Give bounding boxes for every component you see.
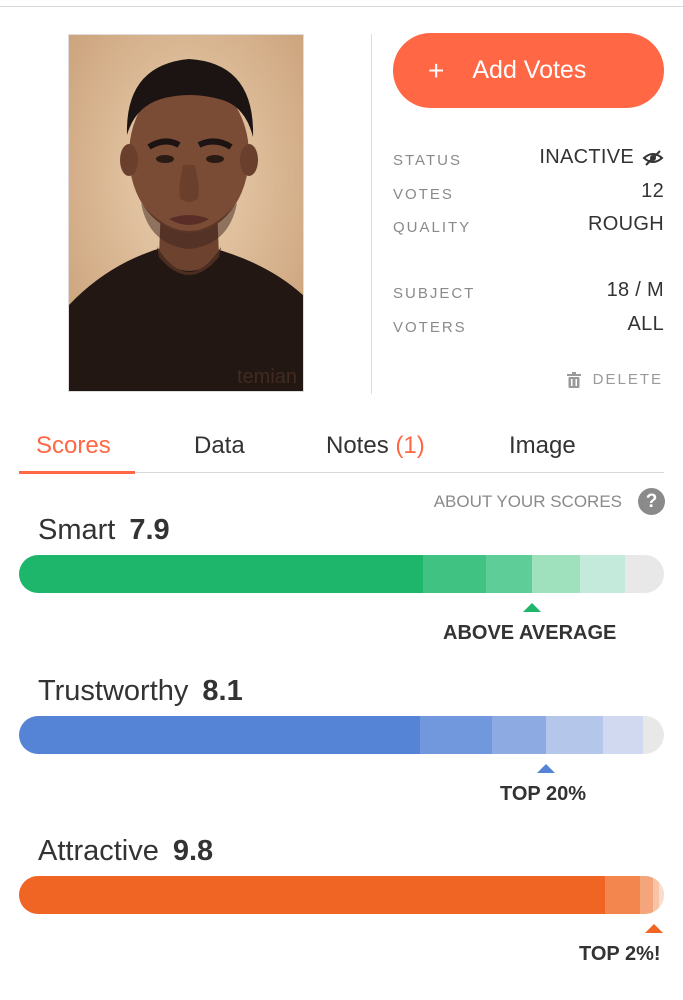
tab-scores[interactable]: Scores bbox=[36, 432, 111, 460]
bar-band bbox=[532, 555, 580, 593]
meta-status: STATUS INACTIVE bbox=[393, 146, 664, 176]
delete-button[interactable]: DELETE bbox=[566, 371, 663, 388]
status-label: STATUS bbox=[393, 152, 462, 169]
bar-band bbox=[492, 716, 546, 754]
add-votes-button[interactable]: + Add Votes bbox=[393, 33, 664, 108]
bar-fill bbox=[19, 716, 420, 754]
score-name: Smart bbox=[38, 514, 116, 546]
votes-value: 12 bbox=[641, 180, 664, 202]
bar-band bbox=[486, 555, 532, 593]
quality-label: QUALITY bbox=[393, 219, 472, 236]
score-title-trustworthy: Trustworthy 8.1 bbox=[38, 675, 243, 708]
profile-photo: temian bbox=[68, 34, 304, 392]
score-title-smart: Smart 7.9 bbox=[38, 514, 170, 547]
score-bar-attractive bbox=[19, 876, 664, 914]
bar-band bbox=[580, 555, 625, 593]
percentile-label: TOP 20% bbox=[500, 783, 586, 805]
plus-icon: + bbox=[428, 54, 445, 86]
score-value: 7.9 bbox=[129, 514, 170, 546]
bar-fill bbox=[19, 876, 605, 914]
meta-votes: VOTES 12 bbox=[393, 180, 664, 210]
bar-band bbox=[640, 876, 653, 914]
score-value: 8.1 bbox=[202, 675, 243, 707]
subject-value: 18 / M bbox=[606, 279, 664, 301]
subject-label: SUBJECT bbox=[393, 285, 476, 302]
tab-bar: Scores Data Notes (1) Image bbox=[19, 420, 664, 474]
votes-label: VOTES bbox=[393, 186, 454, 203]
delete-label: DELETE bbox=[592, 371, 663, 388]
meta-quality: QUALITY ROUGH bbox=[393, 213, 664, 243]
tab-image[interactable]: Image bbox=[509, 432, 576, 460]
score-name: Trustworthy bbox=[38, 675, 189, 707]
photo-watermark: temian bbox=[236, 366, 297, 388]
eye-slash-icon[interactable] bbox=[642, 149, 664, 167]
top-divider bbox=[0, 6, 683, 7]
bar-band bbox=[659, 876, 664, 914]
quality-value: ROUGH bbox=[588, 213, 664, 235]
percentile-label: ABOVE AVERAGE bbox=[443, 622, 617, 644]
status-text: INACTIVE bbox=[539, 146, 634, 168]
score-name: Attractive bbox=[38, 835, 159, 867]
add-votes-label: Add Votes bbox=[472, 56, 587, 84]
help-icon[interactable]: ? bbox=[638, 488, 665, 515]
about-scores-label: ABOUT YOUR SCORES bbox=[433, 491, 622, 511]
bar-band bbox=[605, 876, 640, 914]
tab-notes[interactable]: Notes (1) bbox=[326, 432, 425, 460]
percentile-marker bbox=[645, 924, 663, 933]
vertical-divider bbox=[371, 34, 372, 394]
notes-count-badge: (1) bbox=[395, 432, 425, 459]
active-tab-indicator bbox=[19, 471, 135, 474]
percentile-marker bbox=[537, 764, 555, 773]
about-scores-link[interactable]: ABOUT YOUR SCORES ? bbox=[434, 488, 665, 515]
voters-label: VOTERS bbox=[393, 319, 467, 336]
bar-band bbox=[546, 716, 603, 754]
tab-data[interactable]: Data bbox=[194, 432, 245, 460]
trash-icon bbox=[566, 371, 581, 388]
status-value: INACTIVE bbox=[539, 146, 664, 169]
score-bar-smart bbox=[19, 555, 664, 593]
percentile-label: TOP 2%! bbox=[579, 943, 661, 965]
percentile-marker bbox=[523, 603, 541, 612]
meta-subject: SUBJECT 18 / M bbox=[393, 279, 664, 309]
score-bar-trustworthy bbox=[19, 716, 664, 754]
voters-value: ALL bbox=[627, 313, 664, 335]
bar-band bbox=[420, 716, 492, 754]
score-value: 9.8 bbox=[172, 835, 214, 867]
notes-tab-label: Notes bbox=[326, 432, 396, 459]
score-title-attractive: Attractive 9.8 bbox=[38, 835, 213, 868]
meta-voters: VOTERS ALL bbox=[393, 313, 664, 343]
bar-band bbox=[603, 716, 643, 754]
bar-band bbox=[423, 555, 486, 593]
bar-fill bbox=[19, 555, 423, 593]
